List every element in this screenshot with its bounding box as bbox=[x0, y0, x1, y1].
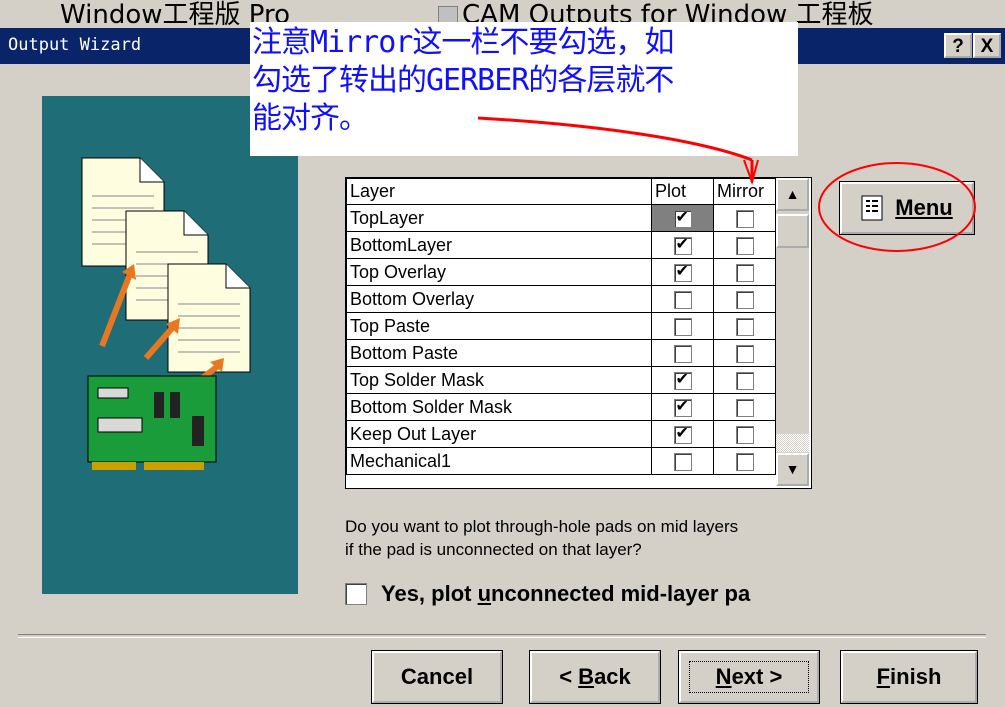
document-icon bbox=[167, 263, 251, 373]
menu-button-label: Menu bbox=[895, 195, 953, 220]
mirror-cell[interactable] bbox=[713, 204, 776, 232]
plot-checkbox[interactable] bbox=[673, 317, 692, 336]
mirror-checkbox[interactable] bbox=[735, 452, 754, 471]
mirror-cell[interactable] bbox=[713, 231, 776, 259]
question-line-1: Do you want to plot through-hole pads on… bbox=[345, 517, 739, 536]
layer-name: Top Overlay bbox=[346, 258, 652, 286]
wizard-illustration bbox=[42, 96, 298, 594]
plot-cell[interactable] bbox=[651, 285, 714, 313]
mirror-checkbox[interactable] bbox=[735, 290, 754, 309]
plot-checkbox[interactable] bbox=[673, 396, 692, 417]
menu-icon bbox=[861, 195, 883, 221]
plot-cell[interactable] bbox=[651, 339, 714, 367]
plot-cell[interactable] bbox=[651, 312, 714, 340]
mirror-cell[interactable] bbox=[713, 285, 776, 313]
table-row[interactable]: Top Overlay bbox=[346, 258, 776, 286]
mirror-checkbox[interactable] bbox=[735, 425, 754, 444]
mirror-cell[interactable] bbox=[713, 393, 776, 421]
grid-rows: TopLayerBottomLayerTop OverlayBottom Ove… bbox=[346, 204, 776, 475]
plot-cell[interactable] bbox=[651, 258, 714, 286]
plot-checkbox[interactable] bbox=[673, 290, 692, 309]
up-arrow-icon: ▲ bbox=[785, 186, 800, 202]
layer-name: BottomLayer bbox=[346, 231, 652, 259]
header-plot: Plot bbox=[651, 178, 714, 205]
plot-checkbox[interactable] bbox=[673, 234, 692, 255]
mirror-checkbox[interactable] bbox=[735, 317, 754, 336]
mirror-cell[interactable] bbox=[713, 420, 776, 448]
documents-and-board-icon bbox=[81, 157, 251, 470]
next-button[interactable]: Next > bbox=[679, 651, 819, 703]
plot-unconnected-label: Yes, plot unconnected mid-layer pa bbox=[381, 581, 751, 606]
layer-name: Bottom Solder Mask bbox=[346, 393, 652, 421]
table-row[interactable]: Bottom Overlay bbox=[346, 285, 776, 313]
annotation-text: 注意Mirror这一栏不要勾选，如 勾选了转出的GERBER的各层就不 能对齐。 bbox=[252, 25, 674, 136]
circuit-board-icon bbox=[87, 375, 217, 470]
mirror-cell[interactable] bbox=[713, 312, 776, 340]
back-button[interactable]: < Back bbox=[530, 651, 660, 703]
cancel-button[interactable]: Cancel bbox=[372, 651, 502, 703]
annotation-note: 注意Mirror这一栏不要勾选，如 勾选了转出的GERBER的各层就不 能对齐。 bbox=[250, 22, 798, 156]
mirror-cell[interactable] bbox=[713, 339, 776, 367]
mirror-checkbox[interactable] bbox=[735, 236, 754, 255]
mirror-checkbox[interactable] bbox=[735, 371, 754, 390]
layer-grid[interactable]: Layer Plot Mirror TopLayerBottomLayerTop… bbox=[345, 177, 812, 489]
mirror-checkbox[interactable] bbox=[735, 344, 754, 363]
layer-name: Bottom Overlay bbox=[346, 285, 652, 313]
plot-cell[interactable] bbox=[651, 204, 714, 232]
layer-name: Top Paste bbox=[346, 312, 652, 340]
close-button[interactable]: X bbox=[973, 33, 1001, 58]
plot-checkbox[interactable] bbox=[673, 261, 692, 282]
scroll-thumb[interactable] bbox=[776, 214, 809, 248]
layer-name: Top Solder Mask bbox=[346, 366, 652, 394]
down-arrow-icon: ▼ bbox=[785, 461, 800, 477]
window-title: Output Wizard bbox=[8, 35, 142, 55]
mirror-checkbox[interactable] bbox=[735, 209, 754, 228]
table-row[interactable]: Bottom Paste bbox=[346, 339, 776, 367]
mirror-checkbox[interactable] bbox=[735, 263, 754, 282]
header-mirror: Mirror bbox=[713, 178, 776, 205]
table-row[interactable]: Mechanical1 bbox=[346, 447, 776, 475]
question-line-2: if the pad is unconnected on that layer? bbox=[345, 540, 642, 559]
grid-header-row: Layer Plot Mirror bbox=[346, 178, 776, 205]
plot-checkbox[interactable] bbox=[673, 452, 692, 471]
plot-checkbox[interactable] bbox=[673, 423, 692, 444]
finish-button[interactable]: Finish bbox=[841, 651, 977, 703]
menu-button[interactable]: Menu bbox=[840, 182, 974, 234]
plot-cell[interactable] bbox=[651, 366, 714, 394]
question-text: Do you want to plot through-hole pads on… bbox=[345, 515, 738, 561]
scroll-down-button[interactable]: ▼ bbox=[776, 453, 809, 486]
plot-checkbox[interactable] bbox=[673, 369, 692, 390]
plot-cell[interactable] bbox=[651, 420, 714, 448]
layer-name: Bottom Paste bbox=[346, 339, 652, 367]
mirror-cell[interactable] bbox=[713, 447, 776, 475]
plot-cell[interactable] bbox=[651, 231, 714, 259]
divider bbox=[18, 634, 986, 638]
table-row[interactable]: Top Solder Mask bbox=[346, 366, 776, 394]
grid-scrollbar[interactable]: ▲ ▼ bbox=[776, 178, 809, 486]
header-layer: Layer bbox=[346, 178, 652, 205]
layer-name: Mechanical1 bbox=[346, 447, 652, 475]
table-row[interactable]: TopLayer bbox=[346, 204, 776, 232]
scroll-up-button[interactable]: ▲ bbox=[776, 178, 809, 211]
mirror-cell[interactable] bbox=[713, 366, 776, 394]
table-row[interactable]: Bottom Solder Mask bbox=[346, 393, 776, 421]
mirror-cell[interactable] bbox=[713, 258, 776, 286]
table-row[interactable]: Keep Out Layer bbox=[346, 420, 776, 448]
mirror-checkbox[interactable] bbox=[735, 398, 754, 417]
table-row[interactable]: BottomLayer bbox=[346, 231, 776, 259]
table-row[interactable]: Top Paste bbox=[346, 312, 776, 340]
layer-name: Keep Out Layer bbox=[346, 420, 652, 448]
plot-unconnected-checkbox[interactable] bbox=[345, 583, 367, 605]
scroll-track[interactable] bbox=[776, 434, 809, 452]
plot-cell[interactable] bbox=[651, 447, 714, 475]
plot-cell[interactable] bbox=[651, 393, 714, 421]
plot-checkbox[interactable] bbox=[673, 344, 692, 363]
layer-name: TopLayer bbox=[346, 204, 652, 232]
plot-checkbox[interactable] bbox=[673, 207, 692, 228]
plot-unconnected-option[interactable]: Yes, plot unconnected mid-layer pa bbox=[345, 581, 750, 607]
help-button[interactable]: ? bbox=[944, 33, 972, 58]
